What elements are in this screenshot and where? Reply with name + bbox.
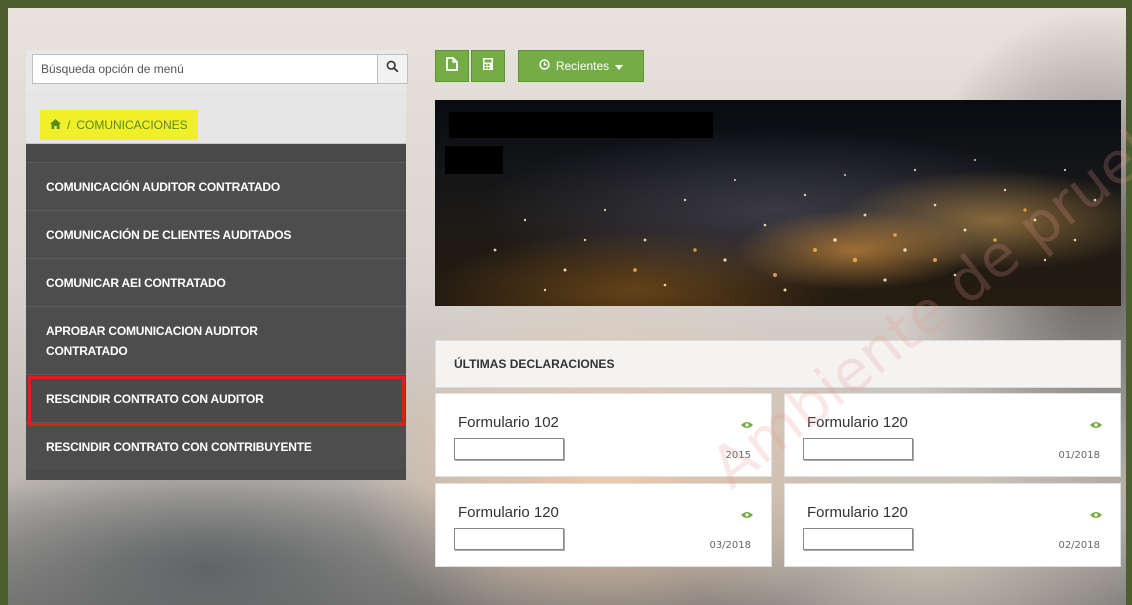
declaration-card[interactable]: Formulario 120 02/2018 xyxy=(784,483,1121,567)
redacted-field xyxy=(803,438,913,460)
card-title: Formulario 120 xyxy=(458,504,559,521)
card-title: Formulario 120 xyxy=(807,414,908,431)
new-document-button[interactable] xyxy=(435,50,469,82)
eye-icon[interactable] xyxy=(1090,416,1102,434)
menu-item-label: RESCINDIR CONTRATO CON AUDITOR xyxy=(46,391,264,406)
menu-item-comunicacion-clientes-auditados[interactable]: COMUNICACIÓN DE CLIENTES AUDITADOS xyxy=(26,210,406,258)
breadcrumb-separator: / xyxy=(67,118,71,132)
card-period: 01/2018 xyxy=(1058,450,1100,461)
app-window: COMUNICACIÓN AUDITOR CONTRATADO COMUNICA… xyxy=(0,0,1132,605)
card-title: Formulario 102 xyxy=(458,414,559,431)
sidebar-menu: COMUNICACIÓN AUDITOR CONTRATADO COMUNICA… xyxy=(26,162,406,470)
calculator-button[interactable] xyxy=(471,50,505,82)
caret-down-icon xyxy=(615,59,624,73)
menu-item-comunicacion-auditor-contratado[interactable]: COMUNICACIÓN AUDITOR CONTRATADO xyxy=(26,162,406,210)
search-button[interactable] xyxy=(378,54,408,84)
document-icon xyxy=(446,56,458,76)
breadcrumb-label: COMUNICACIONES xyxy=(76,118,188,132)
menu-item-label: COMUNICACIÓN DE CLIENTES AUDITADOS xyxy=(46,227,292,242)
city-night-banner xyxy=(435,100,1121,306)
redacted-field xyxy=(803,528,913,550)
search-input[interactable] xyxy=(32,54,378,84)
menu-item-comunicar-aei-contratado[interactable]: COMUNICAR AEI CONTRATADO xyxy=(26,258,406,306)
eye-icon[interactable] xyxy=(741,416,753,434)
menu-item-rescindir-contrato-auditor[interactable]: RESCINDIR CONTRATO CON AUDITOR xyxy=(26,374,406,422)
card-period: 03/2018 xyxy=(709,540,751,551)
recent-dropdown-button[interactable]: Recientes xyxy=(518,50,644,82)
card-title: Formulario 120 xyxy=(807,504,908,521)
eye-icon[interactable] xyxy=(741,506,753,524)
card-period: 02/2018 xyxy=(1058,540,1100,551)
declarations-header: ÚLTIMAS DECLARACIONES xyxy=(435,340,1121,388)
declarations-title: ÚLTIMAS DECLARACIONES xyxy=(454,357,615,371)
redacted-block xyxy=(445,146,503,174)
card-period: 2015 xyxy=(725,450,751,461)
eye-icon[interactable] xyxy=(1090,506,1102,524)
declaration-card[interactable]: Formulario 102 2015 xyxy=(435,393,772,477)
menu-item-aprobar-comunicacion-auditor[interactable]: APROBAR COMUNICACION AUDITOR CONTRATADO xyxy=(26,306,406,374)
menu-item-label: APROBAR COMUNICACION AUDITOR CONTRATADO xyxy=(46,323,258,358)
menu-item-rescindir-contrato-contribuyente[interactable]: RESCINDIR CONTRATO CON CONTRIBUYENTE xyxy=(26,422,406,470)
clock-icon xyxy=(539,59,550,73)
redacted-block xyxy=(449,112,713,138)
redacted-field xyxy=(454,528,564,550)
menu-item-label: RESCINDIR CONTRATO CON CONTRIBUYENTE xyxy=(46,439,312,454)
menu-item-label: COMUNICACIÓN AUDITOR CONTRATADO xyxy=(46,179,281,194)
redacted-field xyxy=(454,438,564,460)
calculator-icon xyxy=(482,57,494,76)
menu-item-label: COMUNICAR AEI CONTRATADO xyxy=(46,275,226,290)
recent-label: Recientes xyxy=(555,59,610,73)
declaration-card[interactable]: Formulario 120 03/2018 xyxy=(435,483,772,567)
breadcrumb[interactable]: / COMUNICACIONES xyxy=(40,110,198,140)
search-icon xyxy=(386,60,399,78)
home-icon xyxy=(50,118,61,132)
declaration-card[interactable]: Formulario 120 01/2018 xyxy=(784,393,1121,477)
